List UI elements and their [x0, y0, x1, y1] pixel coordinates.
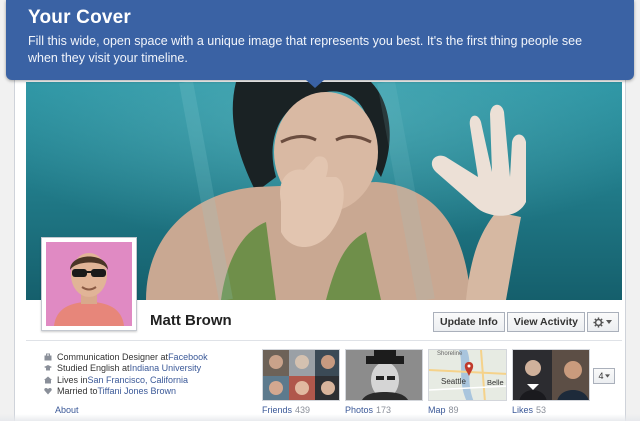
about-relationship-link[interactable]: Tiffani Jones Brown: [98, 386, 177, 396]
about-work-link[interactable]: Facebook: [168, 352, 208, 362]
about-education-link[interactable]: Indiana University: [130, 363, 202, 373]
tooltip-arrow: [306, 80, 324, 88]
graduation-icon: [44, 365, 52, 371]
map-label-seattle: Seattle: [441, 377, 466, 386]
view-activity-button[interactable]: View Activity: [506, 312, 585, 332]
gear-icon: [593, 316, 604, 328]
about-relationship: Married to Tiffani Jones Brown: [44, 386, 254, 398]
map-label-bellevue: Belle: [487, 378, 504, 387]
photos-tile[interactable]: [345, 349, 423, 401]
settings-menu-button[interactable]: [586, 312, 619, 332]
header-divider: [26, 340, 622, 341]
profile-name[interactable]: Matt Brown: [150, 312, 232, 329]
heart-icon: [44, 388, 52, 395]
friends-tile[interactable]: [262, 349, 340, 401]
more-tiles-count: 4: [598, 371, 604, 381]
about-location: Lives in San Francisco, California: [44, 374, 254, 386]
tooltip-body: Fill this wide, open space with a unique…: [28, 34, 583, 65]
timeline-frame: Your Cover Fill this wide, open space wi…: [0, 0, 640, 421]
chevron-down-icon: [606, 320, 613, 324]
profile-actions: Update Info View Activity: [433, 312, 619, 332]
about-education: Studied English at Indiana University: [44, 363, 254, 375]
map-label-top: Shoreline: [437, 351, 463, 357]
about-location-prefix: Lives in: [57, 374, 88, 385]
about-work: Communication Designer at Facebook: [44, 351, 254, 363]
about-summary: Communication Designer at Facebook Studi…: [44, 351, 254, 397]
about-location-link[interactable]: San Francisco, California: [88, 375, 189, 385]
home-icon: [44, 376, 52, 384]
map-tile[interactable]: Shoreline Seattle Belle: [428, 349, 507, 401]
update-info-button[interactable]: Update Info: [433, 312, 505, 332]
tooltip-title: Your Cover: [28, 7, 132, 28]
about-relationship-prefix: Married to: [57, 386, 98, 397]
cover-tooltip: Your Cover Fill this wide, open space wi…: [6, 0, 634, 80]
profile-picture[interactable]: [41, 237, 137, 331]
more-tiles-button[interactable]: 4: [593, 368, 615, 384]
about-education-prefix: Studied English at: [57, 363, 130, 374]
bottom-fade: [0, 414, 640, 421]
about-work-prefix: Communication Designer at: [57, 351, 169, 362]
chevron-down-icon: [604, 374, 610, 378]
briefcase-icon: [44, 353, 52, 361]
likes-tile[interactable]: [512, 349, 590, 401]
